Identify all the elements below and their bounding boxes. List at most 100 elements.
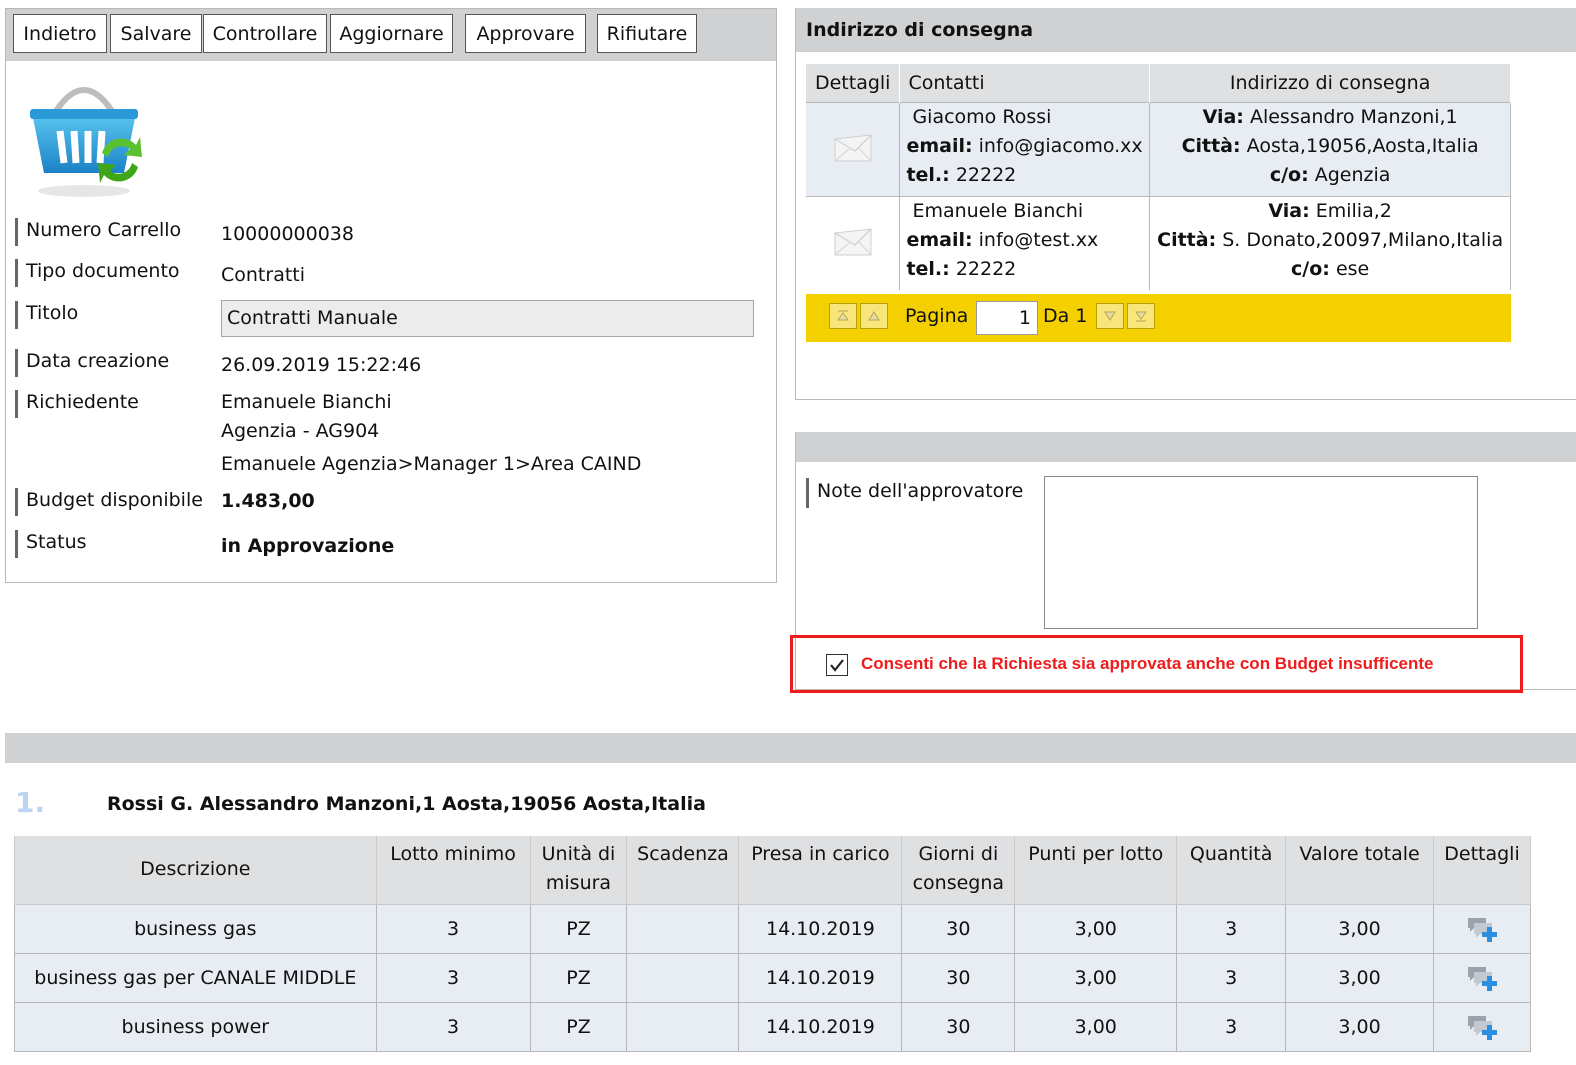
care-of-value: Agenzia bbox=[1314, 163, 1391, 186]
contact-cell: Emanuele Bianchi email: info@test.xx tel… bbox=[899, 195, 1151, 290]
envelope-icon[interactable] bbox=[833, 133, 873, 163]
last-page-icon bbox=[1135, 311, 1147, 322]
toolbar: Indietro Salvare Controllare Aggiornare … bbox=[6, 9, 776, 61]
quantity-cell: 3 bbox=[1176, 903, 1287, 954]
requester-name: Emanuele Bianchi bbox=[221, 391, 392, 413]
street-label: Via: bbox=[1202, 105, 1244, 128]
street-value: Alessandro Manzoni,1 bbox=[1249, 105, 1458, 128]
status-label: Status bbox=[26, 531, 87, 553]
field-marker bbox=[15, 218, 18, 246]
details-cell[interactable] bbox=[806, 195, 901, 290]
page-label: Pagina bbox=[905, 305, 969, 327]
save-button[interactable]: Salvare bbox=[110, 14, 202, 53]
back-button[interactable]: Indietro bbox=[13, 14, 107, 53]
details-cell[interactable] bbox=[1432, 903, 1532, 954]
approver-notes-textarea[interactable] bbox=[1044, 476, 1478, 629]
status-value: in Approvazione bbox=[221, 535, 395, 557]
column-header-details: Dettagli bbox=[806, 64, 901, 102]
column-header-total-value: Valore totale bbox=[1285, 836, 1434, 905]
previous-page-button[interactable] bbox=[860, 303, 888, 329]
column-header-unit: Unità di misura bbox=[529, 836, 628, 905]
comment-add-icon[interactable] bbox=[1464, 1012, 1500, 1042]
unit-cell: PZ bbox=[529, 903, 628, 954]
city-value: Aosta,19056,Aosta,Italia bbox=[1246, 134, 1479, 157]
requester-label: Richiedente bbox=[26, 391, 139, 413]
total-value-cell: 3,00 bbox=[1285, 903, 1434, 954]
column-header-points-per-lot: Punti per lotto bbox=[1014, 836, 1178, 905]
update-button[interactable]: Aggiornare bbox=[330, 14, 453, 53]
last-page-button[interactable] bbox=[1127, 303, 1155, 329]
email-label: email: bbox=[906, 228, 973, 251]
phone-label: tel.: bbox=[906, 163, 950, 186]
field-marker bbox=[15, 390, 18, 418]
details-cell[interactable] bbox=[1432, 1001, 1532, 1052]
comment-add-icon[interactable] bbox=[1464, 914, 1500, 944]
table-row: business gas 3 PZ 14.10.2019 30 3,00 3 3… bbox=[14, 903, 1532, 954]
items-table: Descrizione Lotto minimo Unità di misura… bbox=[14, 836, 1532, 1052]
city-label: Città: bbox=[1157, 228, 1217, 251]
column-header-delivery-days: Giorni di consegna bbox=[901, 836, 1016, 905]
first-page-button[interactable] bbox=[829, 303, 857, 329]
delivery-days-cell: 30 bbox=[901, 952, 1016, 1003]
page-number-input[interactable]: 1 bbox=[976, 301, 1038, 335]
column-header-taken-over: Presa in carico bbox=[738, 836, 903, 905]
delivery-title: Indirizzo di consegna bbox=[796, 8, 1576, 52]
column-header-contacts: Contatti bbox=[899, 64, 1151, 102]
taken-over-cell: 14.10.2019 bbox=[738, 952, 903, 1003]
table-row: Emanuele Bianchi email: info@test.xx tel… bbox=[806, 195, 1511, 290]
shopping-basket-refresh-icon bbox=[30, 87, 142, 197]
column-header-delivery-address: Indirizzo di consegna bbox=[1149, 64, 1511, 102]
item-group-address: Rossi G. Alessandro Manzoni,1 Aosta,1905… bbox=[107, 793, 706, 815]
next-page-button[interactable] bbox=[1096, 303, 1124, 329]
contact-name: Giacomo Rossi bbox=[912, 105, 1052, 128]
page-total: Da 1 bbox=[1043, 305, 1088, 327]
table-row: business gas per CANALE MIDDLE 3 PZ 14.1… bbox=[14, 952, 1532, 1003]
expiry-cell bbox=[626, 952, 740, 1003]
table-row: Giacomo Rossi email: info@giacomo.xx tel… bbox=[806, 101, 1511, 196]
care-of-value: ese bbox=[1335, 257, 1370, 280]
city-value: S. Donato,20097,Milano,Italia bbox=[1222, 228, 1504, 251]
items-header bbox=[5, 733, 1576, 763]
reject-button[interactable]: Rifiutare bbox=[597, 14, 697, 53]
street-label: Via: bbox=[1268, 199, 1310, 222]
creation-date-value: 26.09.2019 15:22:46 bbox=[221, 354, 422, 376]
min-lot-cell: 3 bbox=[375, 903, 531, 954]
description-cell: business power bbox=[14, 1001, 377, 1052]
column-header-description: Descrizione bbox=[14, 836, 377, 905]
previous-page-icon bbox=[868, 311, 880, 321]
checkmark-icon bbox=[830, 659, 844, 672]
requester-agency: Agenzia - AG904 bbox=[221, 420, 380, 442]
taken-over-cell: 14.10.2019 bbox=[738, 903, 903, 954]
details-cell[interactable] bbox=[1432, 952, 1532, 1003]
contact-name: Emanuele Bianchi bbox=[912, 199, 1084, 222]
field-marker bbox=[15, 349, 18, 377]
contact-email: info@giacomo.xx bbox=[978, 134, 1143, 157]
title-field[interactable]: Contratti Manuale bbox=[221, 300, 754, 337]
title-label: Titolo bbox=[26, 302, 79, 324]
column-header-min-lot: Lotto minimo bbox=[375, 836, 531, 905]
table-row: business power 3 PZ 14.10.2019 30 3,00 3… bbox=[14, 1001, 1532, 1052]
check-button[interactable]: Controllare bbox=[203, 14, 327, 53]
address-cell: Via: Emilia,2 Città: S. Donato,20097,Mil… bbox=[1149, 195, 1511, 290]
unit-cell: PZ bbox=[529, 1001, 628, 1052]
description-cell: business gas per CANALE MIDDLE bbox=[14, 952, 377, 1003]
field-marker bbox=[15, 530, 18, 558]
approve-button[interactable]: Approvare bbox=[465, 14, 586, 53]
taken-over-cell: 14.10.2019 bbox=[738, 1001, 903, 1052]
care-of-label: c/o: bbox=[1291, 257, 1330, 280]
total-value-cell: 3,00 bbox=[1285, 1001, 1434, 1052]
item-group-number: 1. bbox=[15, 786, 46, 819]
delivery-table: Dettagli Contatti Indirizzo di consegna … bbox=[806, 64, 1511, 290]
first-page-icon bbox=[837, 310, 849, 321]
details-cell[interactable] bbox=[806, 101, 901, 196]
document-type-label: Tipo documento bbox=[26, 260, 180, 282]
unit-cell: PZ bbox=[529, 952, 628, 1003]
comment-add-icon[interactable] bbox=[1464, 963, 1500, 993]
quantity-cell: 3 bbox=[1176, 952, 1287, 1003]
delivery-panel: Indirizzo di consegna Dettagli Contatti … bbox=[795, 8, 1576, 400]
creation-date-label: Data creazione bbox=[26, 350, 170, 372]
min-lot-cell: 3 bbox=[375, 952, 531, 1003]
envelope-icon[interactable] bbox=[833, 227, 873, 257]
budget-override-checkbox[interactable] bbox=[826, 654, 848, 676]
column-header-expiry: Scadenza bbox=[626, 836, 740, 905]
